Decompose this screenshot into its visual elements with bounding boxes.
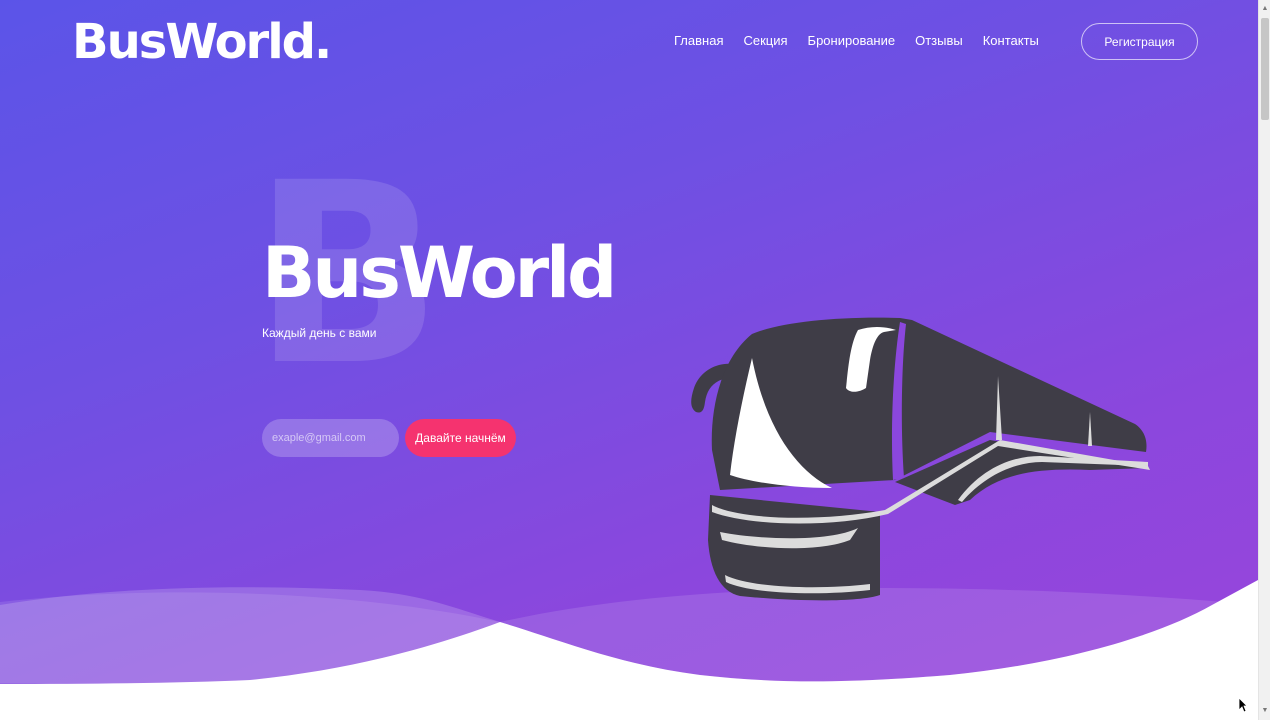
- page: BusWorld. Главная Секция Бронирование От…: [0, 0, 1270, 720]
- scroll-up-arrow-icon[interactable]: ▲: [1259, 2, 1270, 16]
- get-started-button[interactable]: Давайте начнём: [405, 419, 516, 457]
- nav-item-contacts[interactable]: Контакты: [973, 33, 1049, 48]
- main-nav: Главная Секция Бронирование Отзывы Конта…: [664, 33, 1049, 48]
- nav-item-reviews[interactable]: Отзывы: [905, 33, 973, 48]
- hero-section: BusWorld. Главная Секция Бронирование От…: [0, 0, 1258, 720]
- scroll-down-arrow-icon[interactable]: ▼: [1259, 704, 1270, 718]
- scroll-thumb[interactable]: [1261, 18, 1269, 120]
- hero-subtitle: Каждый день с вами: [262, 326, 377, 340]
- mouse-pointer-icon: [1238, 697, 1248, 713]
- page-scrollbar[interactable]: ▲ ▼: [1258, 0, 1270, 720]
- email-input[interactable]: [262, 419, 399, 457]
- nav-item-booking[interactable]: Бронирование: [798, 33, 906, 48]
- bus-icon: [691, 317, 1150, 601]
- nav-item-section[interactable]: Секция: [733, 33, 797, 48]
- register-button[interactable]: Регистрация: [1081, 23, 1198, 60]
- site-logo[interactable]: BusWorld.: [72, 14, 332, 70]
- nav-item-home[interactable]: Главная: [664, 33, 733, 48]
- hero-title: BusWorld: [262, 232, 617, 314]
